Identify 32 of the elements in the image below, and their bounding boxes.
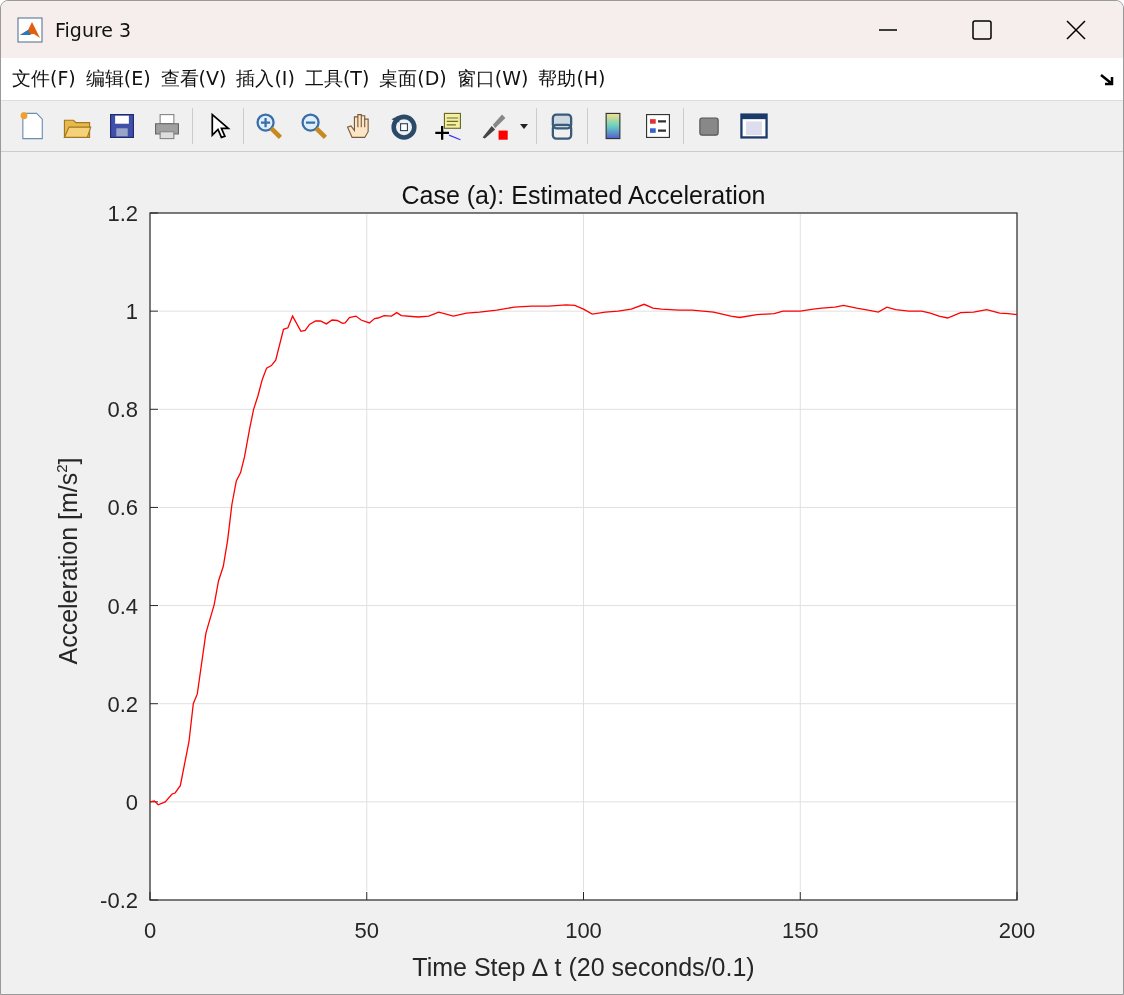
menu-item[interactable]: 查看(V) — [155, 66, 232, 92]
menu-item[interactable]: 桌面(D) — [374, 66, 452, 92]
x-tick-label: 100 — [565, 918, 602, 943]
x-tick-label: 150 — [781, 918, 819, 943]
chart-title: Case (a): Estimated Acceleration — [401, 181, 766, 209]
menu-item[interactable]: 工具(T) — [299, 66, 375, 92]
zoom-in-icon[interactable] — [253, 110, 285, 142]
y-tick-label: 0.4 — [107, 593, 138, 619]
y-tick-label: 1.2 — [107, 201, 138, 226]
menu-item[interactable]: 文件(F) — [7, 66, 81, 92]
zoom-out-icon[interactable] — [298, 110, 330, 142]
dock-arrow-icon[interactable] — [1099, 71, 1115, 87]
app-icon — [17, 16, 43, 43]
y-tick-label: 1 — [125, 299, 138, 325]
caret-icon[interactable] — [519, 122, 529, 130]
menu-item[interactable]: 插入(I) — [231, 66, 300, 92]
x-tick-label: 200 — [998, 918, 1036, 943]
x-tick-label: 50 — [354, 918, 379, 943]
x-tick-label: 0 — [143, 918, 157, 943]
menu-item[interactable]: 窗口(W) — [451, 66, 534, 92]
y-tick-label: -0.2 — [100, 888, 138, 913]
menu-item[interactable]: 帮助(H) — [533, 66, 611, 92]
window-title: Figure 3 — [55, 18, 133, 41]
menu-item[interactable]: 编辑(E) — [80, 66, 156, 92]
close-icon[interactable] — [1065, 18, 1087, 41]
maximize-icon[interactable] — [971, 18, 993, 41]
y-tick-label: 0 — [125, 789, 138, 815]
y-tick-label: 0.6 — [107, 495, 138, 521]
y-tick-label: 0.2 — [107, 691, 138, 717]
window-icon[interactable] — [738, 110, 770, 142]
y-tick-label: 0.8 — [107, 397, 138, 423]
x-axis-label: Time Step ∆ t (20 seconds/0.1) — [412, 953, 755, 981]
